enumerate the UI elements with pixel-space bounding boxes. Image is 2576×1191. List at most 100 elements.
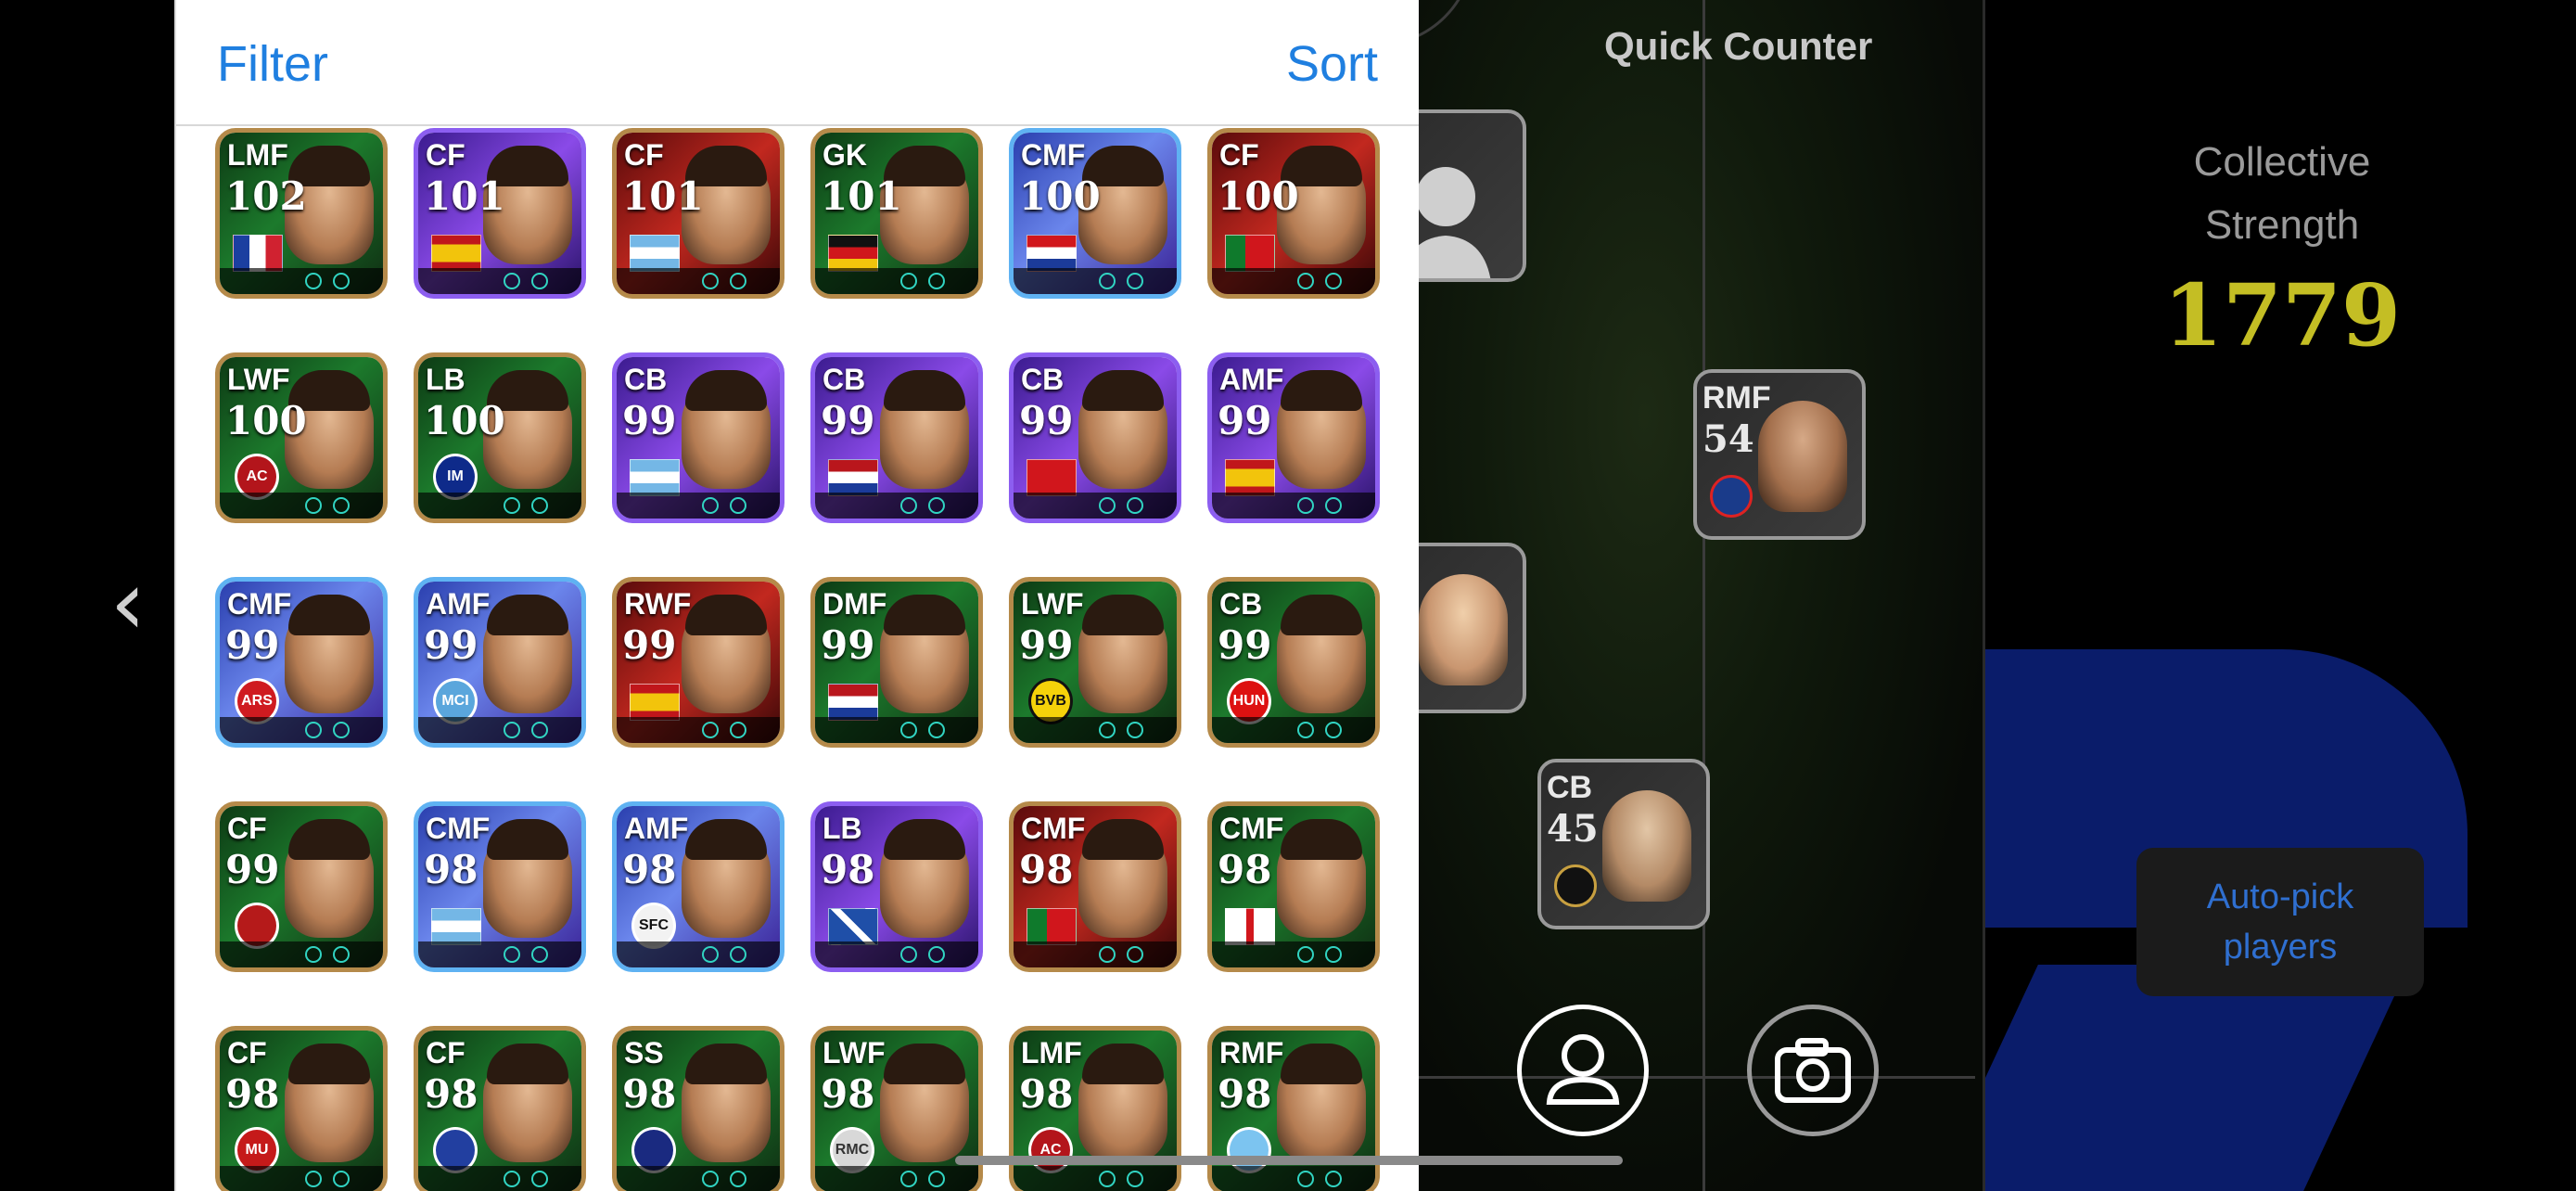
card-rating: 98 <box>821 847 875 892</box>
card-skill-bar <box>815 941 978 967</box>
chevron-left-icon[interactable]: ‹ <box>100 547 156 659</box>
player-card[interactable]: CF 98 <box>414 1026 586 1191</box>
player-card[interactable]: CMF 98 <box>414 801 586 972</box>
list-header: Filter Sort <box>176 0 1419 126</box>
player-portrait <box>1758 401 1847 512</box>
skill-dot-icon <box>504 273 520 289</box>
game-screen: Quick Counter RMF 54 F CB 45 <box>0 0 2576 1191</box>
person-icon <box>1546 1034 1620 1105</box>
player-card[interactable]: DMF 99 <box>810 577 983 748</box>
card-skill-bar <box>1014 493 1177 519</box>
player-card[interactable]: CF 100 <box>1207 128 1380 299</box>
card-position: CMF <box>1021 138 1086 172</box>
player-card[interactable]: GK 101 <box>810 128 983 299</box>
player-card[interactable]: LWF 100 AC <box>215 352 388 523</box>
skill-dot-icon <box>305 1171 322 1187</box>
player-card[interactable]: CB 99 HUN <box>1207 577 1380 748</box>
player-card[interactable]: CF 101 <box>612 128 784 299</box>
card-skill-bar <box>220 941 383 967</box>
flag-ch-icon <box>1027 459 1077 496</box>
player-card[interactable]: CMF 98 <box>1207 801 1380 972</box>
card-skill-bar <box>220 268 383 294</box>
club-crest-icon <box>1554 864 1597 907</box>
player-card[interactable]: CMF 100 <box>1009 128 1181 299</box>
sort-button[interactable]: Sort <box>1286 35 1378 93</box>
card-skill-bar <box>1014 268 1177 294</box>
card-rating: 98 <box>424 1071 478 1117</box>
flag-fr-icon <box>233 235 283 272</box>
camera-icon <box>1775 1038 1851 1103</box>
card-rating: 100 <box>225 398 307 443</box>
skill-dot-icon <box>928 1171 945 1187</box>
player-card[interactable]: CB 99 <box>612 352 784 523</box>
player-card[interactable]: AMF 99 MCI <box>414 577 586 748</box>
card-position: AMF <box>624 812 689 845</box>
skill-dot-icon <box>1099 1171 1116 1187</box>
card-position: SS <box>624 1036 664 1069</box>
player-card[interactable]: CMF 99 ARS <box>215 577 388 748</box>
pitch-line <box>1419 1076 1975 1079</box>
player-card[interactable]: RWF 99 <box>612 577 784 748</box>
card-position: LWF <box>227 363 290 396</box>
flag-sc-icon <box>828 908 878 945</box>
formation-slot[interactable]: RMF 54 <box>1693 369 1866 540</box>
player-card[interactable]: LWF 99 BVB <box>1009 577 1181 748</box>
slot-position: RMF <box>1702 380 1771 416</box>
auto-pick-label: Auto-pick <box>2206 877 2354 916</box>
card-skill-bar <box>1212 941 1375 967</box>
player-card[interactable]: CMF 98 <box>1009 801 1181 972</box>
card-skill-bar <box>418 268 581 294</box>
filter-button[interactable]: Filter <box>217 35 328 93</box>
flag-hr-icon <box>1027 235 1077 272</box>
profile-button[interactable] <box>1517 1005 1649 1136</box>
skill-dot-icon <box>928 497 945 514</box>
flag-es-icon <box>1225 459 1275 496</box>
player-portrait <box>1419 574 1508 685</box>
card-rating: 100 <box>1019 173 1101 219</box>
player-card[interactable]: LB 100 IM <box>414 352 586 523</box>
card-position: LMF <box>1021 1036 1082 1069</box>
player-card[interactable]: CF 98 MU <box>215 1026 388 1191</box>
card-position: AMF <box>1219 363 1284 396</box>
skill-dot-icon <box>730 946 746 963</box>
flag-en-icon <box>1225 908 1275 945</box>
player-card[interactable]: LWF 98 RMC <box>810 1026 983 1191</box>
player-card[interactable]: CB 99 <box>810 352 983 523</box>
skill-dot-icon <box>1325 1171 1342 1187</box>
camera-button[interactable] <box>1747 1005 1879 1136</box>
skill-dot-icon <box>900 273 917 289</box>
player-card[interactable]: RMF 98 <box>1207 1026 1380 1191</box>
player-card[interactable]: CF 101 <box>414 128 586 299</box>
skill-dot-icon <box>305 722 322 738</box>
card-skill-bar <box>418 493 581 519</box>
skill-dot-icon <box>900 497 917 514</box>
formation-slot[interactable]: CB 45 <box>1537 759 1710 929</box>
player-card[interactable]: LB 98 <box>810 801 983 972</box>
player-card[interactable]: LMF 102 <box>215 128 388 299</box>
card-skill-bar <box>1212 493 1375 519</box>
home-indicator[interactable] <box>955 1156 1623 1165</box>
strength-panel: Collective Strength 1779 Auto-pick playe… <box>1983 0 2576 1191</box>
skill-dot-icon <box>1325 497 1342 514</box>
card-skill-bar <box>418 941 581 967</box>
card-skill-bar <box>815 1166 978 1191</box>
skill-dot-icon <box>504 946 520 963</box>
player-card[interactable]: CF 99 <box>215 801 388 972</box>
player-card[interactable]: AMF 98 SFC <box>612 801 784 972</box>
player-card[interactable]: LMF 98 AC <box>1009 1026 1181 1191</box>
player-card[interactable]: CB 99 <box>1009 352 1181 523</box>
skill-dot-icon <box>333 273 350 289</box>
card-position: LWF <box>1021 587 1084 621</box>
player-card[interactable]: SS 98 <box>612 1026 784 1191</box>
card-position: AMF <box>426 587 491 621</box>
skill-dot-icon <box>1099 722 1116 738</box>
skill-dot-icon <box>900 722 917 738</box>
skill-dot-icon <box>928 946 945 963</box>
card-position: CF <box>227 1036 267 1069</box>
player-card[interactable]: AMF 99 <box>1207 352 1380 523</box>
skill-dot-icon <box>900 946 917 963</box>
card-rating: 99 <box>622 622 677 668</box>
skill-dot-icon <box>1297 1171 1314 1187</box>
card-rating: 101 <box>424 173 505 219</box>
auto-pick-button[interactable]: Auto-pick players <box>2136 848 2424 996</box>
